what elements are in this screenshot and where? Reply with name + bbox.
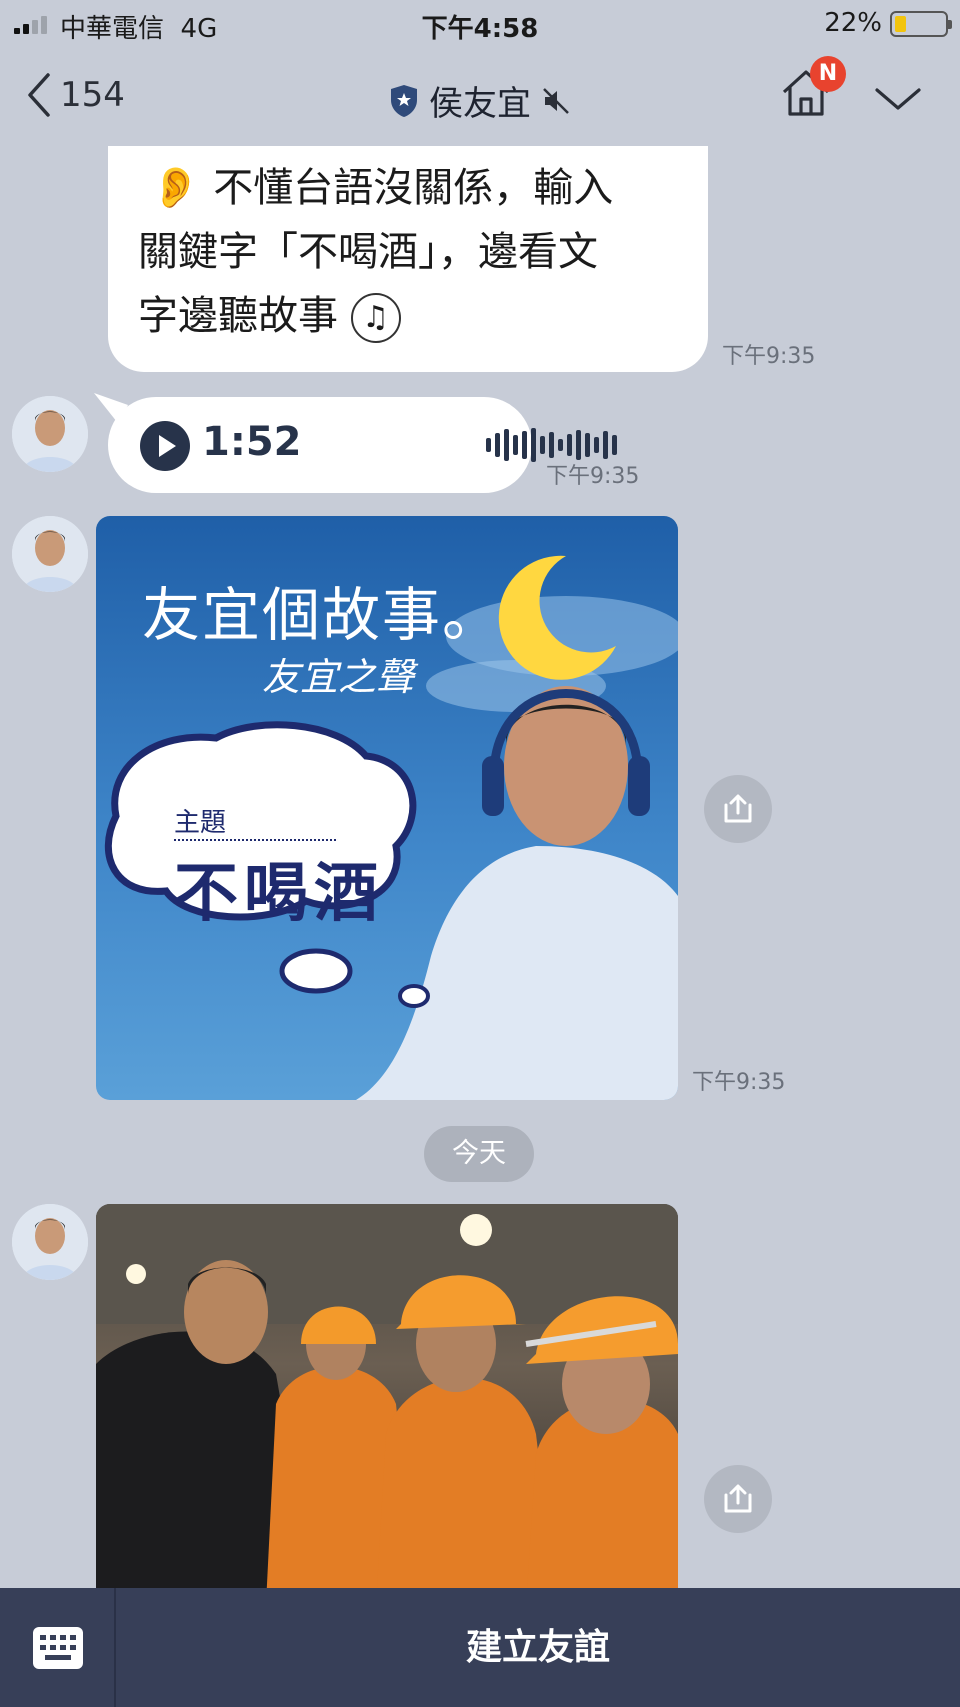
share-button[interactable]: [704, 1465, 772, 1533]
share-icon: [724, 1484, 752, 1513]
music-note-icon: ♫: [350, 293, 401, 343]
story-headline: 友宜個故事。: [142, 581, 503, 649]
avatar[interactable]: [12, 1204, 88, 1280]
status-bar: 中華電信 4G 下午4:58 22%: [0, 0, 960, 48]
story-theme-label: 主題: [174, 802, 337, 841]
share-icon: [724, 794, 752, 823]
avatar[interactable]: [12, 516, 88, 592]
battery-percent: 22%: [824, 8, 882, 38]
message-timestamp: 下午9:35: [546, 464, 640, 489]
message-line: 👂 不懂台語沒關係，輸入: [150, 165, 614, 211]
text-message-bubble[interactable]: 👂 不懂台語沒關係，輸入 關鍵字「不喝酒」，邊看文 字邊聽故事 ♫: [108, 146, 708, 372]
voice-message-bubble[interactable]: 1:52: [94, 393, 617, 493]
story-subtitle: 友宜之聲: [262, 655, 415, 699]
share-button[interactable]: [704, 775, 772, 843]
message-line: 關鍵字「不喝酒」，邊看文: [138, 229, 598, 275]
date-divider: 今天: [424, 1126, 534, 1182]
add-friend-button[interactable]: 建立友誼: [116, 1588, 960, 1707]
play-icon[interactable]: [140, 421, 190, 471]
story-theme: 不喝酒: [174, 856, 384, 931]
shield-star-icon: [391, 84, 417, 117]
ear-emoji: 👂: [150, 165, 201, 211]
keyboard-button[interactable]: [0, 1588, 116, 1707]
chevron-down-icon: [875, 88, 921, 110]
message-line: 字邊聽故事 ♫: [138, 284, 678, 348]
avatar[interactable]: [12, 396, 88, 472]
bottom-bar: 建立友誼: [0, 1588, 960, 1707]
chat-name: 侯友宜: [429, 84, 531, 124]
story-image[interactable]: 友宜個故事。 友宜之聲 主題 不喝酒: [96, 516, 678, 1100]
keyboard-icon: [33, 1627, 83, 1669]
battery-icon: [890, 11, 952, 37]
message-timestamp: 下午9:35: [722, 344, 816, 369]
clock: 下午4:58: [421, 14, 539, 44]
menu-toggle-button[interactable]: [874, 86, 922, 116]
voice-duration: 1:52: [202, 419, 302, 465]
mute-icon: [543, 87, 569, 114]
chat-header: 154 侯友宜 N: [0, 48, 960, 148]
photo-message[interactable]: [96, 1204, 678, 1604]
message-timestamp: 下午9:35: [692, 1070, 786, 1095]
notification-badge: N: [810, 56, 846, 92]
